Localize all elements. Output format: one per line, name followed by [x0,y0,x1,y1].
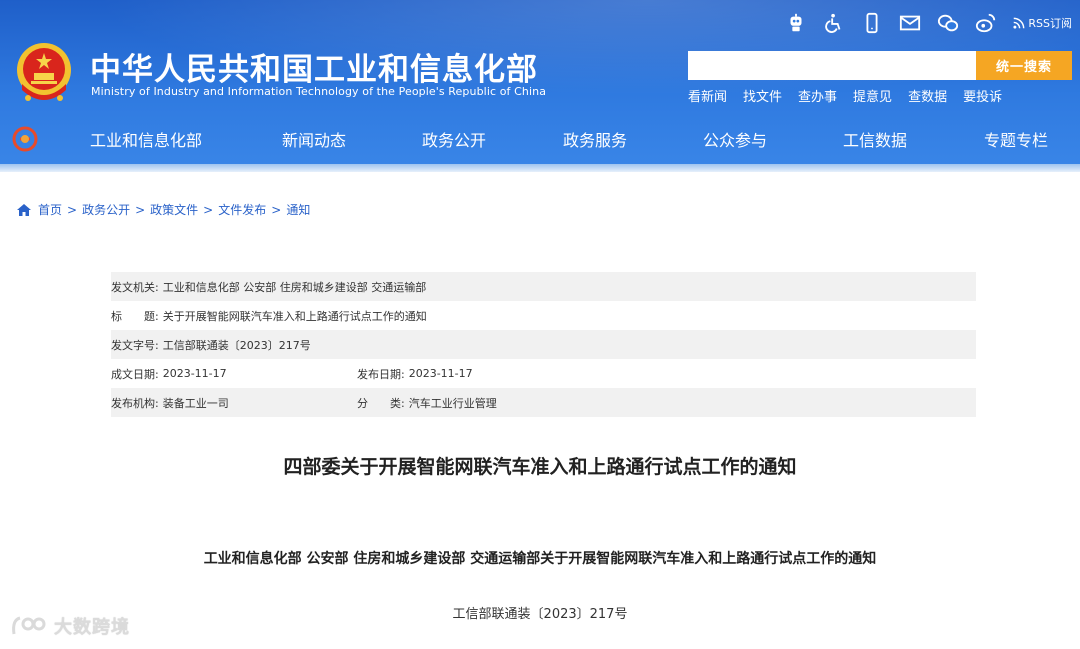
meta-title: 关于开展智能网联汽车准入和上路通行试点工作的通知 [162,309,427,323]
quick-links: 看新闻 找文件 查办事 提意见 查数据 要投诉 [688,86,1002,105]
main-nav: 工业和信息化部 新闻动态 政务公开 政务服务 公众参与 工信数据 专题专栏 [0,112,1080,164]
breadcrumb-home[interactable]: 首页 [38,201,62,218]
meta-label: 发布机构: [111,396,159,410]
meta-issuer: 工业和信息化部 公安部 住房和城乡建设部 交通运输部 [162,280,427,294]
meta-row-dates: 成文日期: 2023-11-17 发布日期: 2023-11-17 [111,359,976,388]
breadcrumb-policy-files[interactable]: 政策文件 [150,201,198,218]
robot-icon[interactable] [784,11,808,35]
nav-item-data[interactable]: 工信数据 [843,127,907,151]
watermark-text: 大数跨境 [54,617,130,638]
meta-label: 发布日期: [357,367,405,381]
site-title-cn[interactable]: 中华人民共和国工业和信息化部 [90,44,538,89]
home-icon[interactable] [16,203,32,217]
quick-link-feedback[interactable]: 提意见 [853,86,892,105]
rss-icon [1013,17,1025,29]
meta-label: 分 类: [357,396,405,410]
nav-item-services[interactable]: 政务服务 [563,127,627,151]
mobile-icon[interactable] [860,11,884,35]
nav-item-ministry[interactable]: 工业和信息化部 [90,127,202,151]
search-bar: 统一搜索 [688,51,1072,80]
meta-row-title: 标 题: 关于开展智能网联汽车准入和上路通行试点工作的通知 [111,301,976,330]
meta-row-org: 发布机构: 装备工业一司 分 类: 汽车工业行业管理 [111,388,976,417]
mail-icon[interactable] [898,11,922,35]
wechat-icon[interactable] [936,11,960,35]
breadcrumb-notice[interactable]: 通知 [286,201,310,218]
article-docno: 工信部联通装〔2023〕217号 [452,607,628,622]
quick-link-data[interactable]: 查数据 [908,86,947,105]
nav-item-news[interactable]: 新闻动态 [282,127,346,151]
breadcrumb-file-release[interactable]: 文件发布 [218,201,266,218]
nav-item-public[interactable]: 公众参与 [703,127,767,151]
meta-label: 发文字号: [111,338,159,352]
meta-label: 发文机关: [111,280,159,294]
breadcrumb: 首页 > 政务公开 > 政策文件 > 文件发布 > 通知 [16,201,310,218]
utility-icons: RSS订阅 [784,10,1072,36]
site-title-en: Ministry of Industry and Information Tec… [91,85,547,98]
weibo-icon[interactable] [974,11,998,35]
meta-label: 标 题: [111,309,159,323]
breadcrumb-separator: > [271,202,282,217]
search-button[interactable]: 统一搜索 [976,51,1072,80]
home-logo-icon[interactable] [12,126,38,152]
meta-published-date: 2023-11-17 [408,367,473,380]
nav-item-topics[interactable]: 专题专栏 [984,127,1048,151]
breadcrumb-separator: > [203,202,214,217]
header-divider [0,164,1080,172]
accessibility-icon[interactable] [822,11,846,35]
meta-category: 汽车工业行业管理 [408,396,497,410]
quick-link-complaint[interactable]: 要投诉 [963,86,1002,105]
quick-link-files[interactable]: 找文件 [743,86,782,105]
meta-created-date: 2023-11-17 [162,367,227,380]
site-header: 中华人民共和国工业和信息化部 Ministry of Industry and … [0,0,1080,172]
search-input[interactable] [688,51,976,80]
meta-row-issuer: 发文机关: 工业和信息化部 公安部 住房和城乡建设部 交通运输部 [111,272,976,301]
watermark: 大数跨境 [10,613,130,639]
rss-label: RSS订阅 [1028,17,1072,30]
quick-link-services[interactable]: 查办事 [798,86,837,105]
nav-item-government-affairs[interactable]: 政务公开 [422,127,486,151]
breadcrumb-separator: > [135,202,146,217]
breadcrumb-separator: > [67,202,78,217]
breadcrumb-government-affairs[interactable]: 政务公开 [82,201,130,218]
watermark-logo-icon [12,616,46,635]
meta-label: 成文日期: [111,367,159,381]
meta-row-docno: 发文字号: 工信部联通装〔2023〕217号 [111,330,976,359]
meta-docno: 工信部联通装〔2023〕217号 [162,338,311,352]
national-emblem-icon[interactable] [14,40,74,104]
rss-subscribe[interactable]: RSS订阅 [1012,15,1072,31]
article-subtitle: 工业和信息化部 公安部 住房和城乡建设部 交通运输部关于开展智能网联汽车准入和上… [203,551,877,567]
meta-org: 装备工业一司 [162,396,229,410]
quick-link-news[interactable]: 看新闻 [688,86,727,105]
article-title: 四部委关于开展智能网联汽车准入和上路通行试点工作的通知 [283,456,797,478]
document-meta-table: 发文机关: 工业和信息化部 公安部 住房和城乡建设部 交通运输部 标 题: 关于… [111,272,976,417]
